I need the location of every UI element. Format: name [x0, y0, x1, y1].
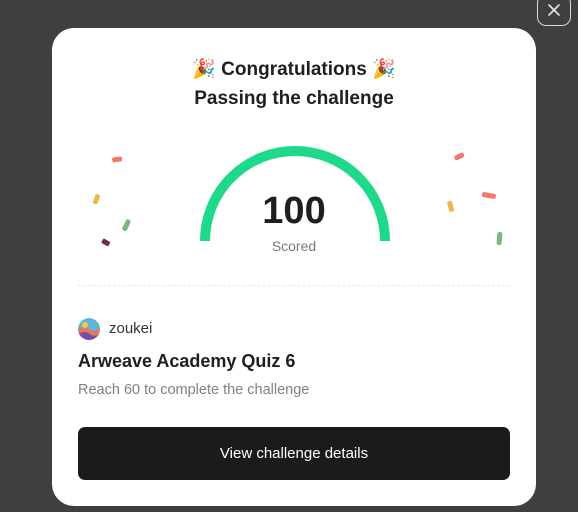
score-label: Scored	[271, 238, 317, 254]
divider	[78, 285, 510, 286]
close-icon	[548, 4, 560, 16]
congratulations-dialog: 🎉 Congratulations 🎉 Passing the challeng…	[52, 28, 536, 506]
score-value: 100	[262, 190, 326, 232]
avatar	[78, 318, 100, 340]
close-button[interactable]	[537, 0, 571, 26]
view-challenge-details-button[interactable]: View challenge details	[78, 427, 510, 480]
quiz-title: Arweave Academy Quiz 6	[78, 351, 296, 371]
username: zoukei	[109, 320, 153, 337]
challenge-requirement: Reach 60 to complete the challenge	[78, 382, 310, 398]
